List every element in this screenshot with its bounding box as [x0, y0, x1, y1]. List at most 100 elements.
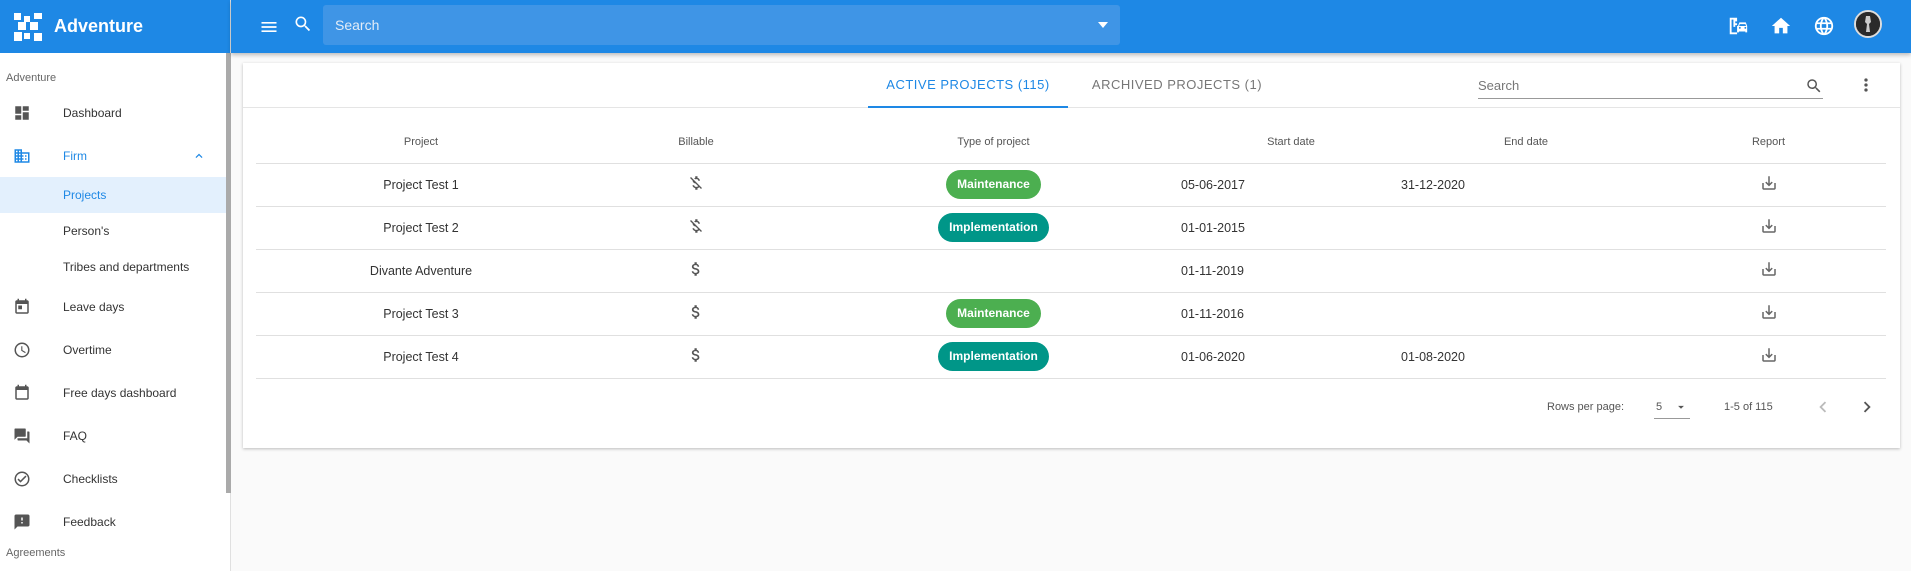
- rows-per-page-label: Rows per page:: [1547, 401, 1625, 413]
- dropdown-caret-icon[interactable]: [1098, 22, 1108, 28]
- cell-project: Divante Adventure: [256, 249, 586, 293]
- sidebar: Adventure Adventure Dashboard Firm Proje…: [0, 0, 231, 571]
- col-header-type[interactable]: Type of project: [806, 121, 1181, 164]
- download-icon[interactable]: [1760, 176, 1778, 195]
- cell-end-date: [1401, 249, 1651, 293]
- col-header-billable[interactable]: Billable: [586, 121, 806, 164]
- download-icon[interactable]: [1760, 219, 1778, 238]
- more-vert-icon[interactable]: [1856, 75, 1876, 100]
- col-header-end[interactable]: End date: [1401, 121, 1651, 164]
- cell-report: [1651, 206, 1886, 250]
- globe-icon[interactable]: [1810, 12, 1838, 40]
- dollar-off-icon: [687, 176, 705, 195]
- dashboard-icon: [0, 104, 63, 122]
- pagination: Rows per page: 5 1-5 of 115: [243, 393, 1900, 423]
- cell-report: [1651, 163, 1886, 207]
- cell-project: Project Test 3: [256, 292, 586, 336]
- sidebar-item-tribes[interactable]: Tribes and departments: [0, 249, 230, 285]
- cell-billable: [586, 163, 806, 207]
- search-icon[interactable]: [293, 14, 313, 39]
- page-range: 1-5 of 115: [1724, 401, 1773, 413]
- sidebar-item-faq[interactable]: FAQ: [0, 414, 230, 457]
- sidebar-item-label: Overtime: [63, 342, 112, 357]
- type-badge: Maintenance: [946, 299, 1041, 328]
- cell-start-date: 01-11-2016: [1181, 292, 1401, 336]
- check-circle-icon: [0, 470, 63, 488]
- search-icon[interactable]: [1805, 77, 1823, 95]
- chevron-up-icon[interactable]: [192, 149, 206, 166]
- home-icon[interactable]: [1767, 12, 1795, 40]
- sidebar-item-dashboard[interactable]: Dashboard: [0, 91, 230, 134]
- sidebar-item-feedback[interactable]: Feedback: [0, 500, 230, 543]
- sidebar-scrollbar[interactable]: [226, 53, 231, 493]
- sidebar-item-checklists[interactable]: Checklists: [0, 457, 230, 500]
- col-header-project[interactable]: Project: [256, 121, 586, 164]
- cell-report: [1651, 292, 1886, 336]
- sidebar-item-label: FAQ: [63, 428, 88, 443]
- cell-billable: [586, 206, 806, 250]
- sidebar-item-free-days[interactable]: Free days dashboard: [0, 371, 230, 414]
- cell-type: Implementation: [806, 335, 1181, 379]
- adventure-logo-icon: [14, 12, 42, 41]
- tab-archived-projects[interactable]: ARCHIVED PROJECTS (1): [1082, 63, 1272, 108]
- app-name: Adventure: [54, 16, 144, 36]
- menu-button[interactable]: [255, 13, 283, 41]
- download-icon[interactable]: [1760, 348, 1778, 367]
- projects-card: ACTIVE PROJECTS (115) ARCHIVED PROJECTS …: [243, 63, 1900, 448]
- user-avatar[interactable]: [1854, 10, 1882, 38]
- calendar-icon: [0, 298, 63, 316]
- type-badge: Maintenance: [946, 170, 1041, 199]
- sidebar-item-leave-days[interactable]: Leave days: [0, 285, 230, 328]
- cell-start-date: 01-06-2020: [1181, 335, 1401, 379]
- col-header-report[interactable]: Report: [1651, 121, 1886, 164]
- sidebar-section-agreements: Agreements: [6, 547, 66, 559]
- chevron-right-icon[interactable]: [1856, 396, 1878, 421]
- calendar-blank-icon: [0, 384, 63, 402]
- dollar-icon: [687, 305, 705, 324]
- download-icon[interactable]: [1760, 305, 1778, 324]
- chevron-left-icon[interactable]: [1812, 396, 1834, 421]
- global-search[interactable]: [323, 5, 1120, 45]
- download-icon[interactable]: [1760, 262, 1778, 281]
- cell-type: Implementation: [806, 206, 1181, 250]
- dollar-icon: [687, 348, 705, 367]
- hotel-vehicle-icon[interactable]: [1724, 12, 1752, 40]
- table-row[interactable]: Project Test 1 Maintenance 05-06-2017 31-12…: [256, 163, 1886, 207]
- sidebar-item-label: Checklists: [63, 471, 118, 486]
- cell-end-date: 31-12-2020: [1401, 163, 1651, 207]
- cell-billable: [586, 249, 806, 293]
- type-badge: Implementation: [938, 342, 1049, 371]
- global-search-input[interactable]: [335, 17, 1098, 33]
- table-row[interactable]: Project Test 3 Maintenance 01-11-2016: [256, 292, 1886, 336]
- brand-header[interactable]: Adventure: [0, 0, 230, 53]
- table-row[interactable]: Divante Adventure 01-11-2019: [256, 249, 1886, 293]
- forum-icon: [0, 427, 63, 445]
- tab-active-projects[interactable]: ACTIVE PROJECTS (115): [868, 63, 1068, 108]
- cell-end-date: 01-08-2020: [1401, 335, 1651, 379]
- dollar-icon: [687, 262, 705, 281]
- rows-per-page-value: 5: [1656, 400, 1663, 413]
- col-header-start[interactable]: Start date: [1181, 121, 1401, 164]
- hamburger-icon: [261, 22, 277, 32]
- project-search-input[interactable]: [1478, 78, 1805, 93]
- sidebar-item-firm[interactable]: Firm: [0, 134, 230, 177]
- cell-end-date: [1401, 292, 1651, 336]
- table-row[interactable]: Project Test 4 Implementation 01-06-2020 01…: [256, 335, 1886, 379]
- sidebar-item-label: Free days dashboard: [63, 385, 177, 400]
- project-search[interactable]: [1478, 73, 1823, 99]
- type-badge: Implementation: [938, 213, 1049, 242]
- business-icon: [0, 147, 63, 165]
- dollar-off-icon: [687, 219, 705, 238]
- sidebar-item-persons[interactable]: Person's: [0, 213, 230, 249]
- sidebar-item-overtime[interactable]: Overtime: [0, 328, 230, 371]
- tabs-row: ACTIVE PROJECTS (115) ARCHIVED PROJECTS …: [243, 63, 1900, 108]
- cell-project: Project Test 1: [256, 163, 586, 207]
- cell-type: [806, 249, 1181, 293]
- table-row[interactable]: Project Test 2 Implementation 01-01-2015: [256, 206, 1886, 250]
- sidebar-item-projects[interactable]: Projects: [0, 177, 230, 213]
- sidebar-section-adventure: Adventure: [6, 72, 57, 84]
- feedback-icon: [0, 513, 63, 531]
- rows-per-page-select[interactable]: 5: [1654, 395, 1690, 419]
- cell-end-date: [1401, 206, 1651, 250]
- cell-project: Project Test 4: [256, 335, 586, 379]
